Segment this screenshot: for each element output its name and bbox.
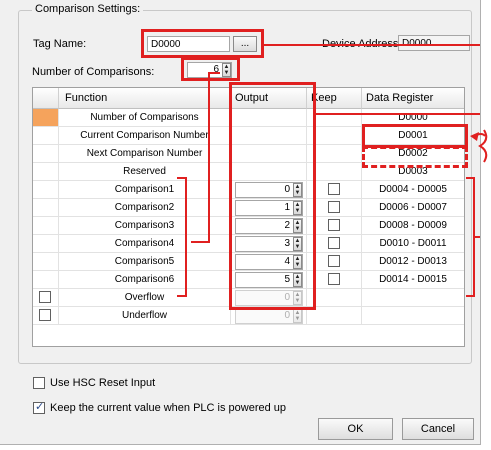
keep-checkbox[interactable] (328, 237, 340, 249)
keep-checkbox[interactable] (328, 201, 340, 213)
annotation-bracket-registers-top (466, 177, 475, 179)
annotation-line-tag (264, 44, 480, 46)
row-select-cell[interactable] (33, 109, 59, 126)
data-register-cell: D0004 - D0005 (379, 184, 447, 195)
row-select-cell[interactable] (33, 271, 59, 288)
annotation-line-count-bottom (191, 241, 210, 243)
row-select-cell[interactable] (33, 289, 59, 306)
annotation-arrow-icon (470, 129, 488, 163)
row-enable-checkbox[interactable] (39, 291, 51, 303)
keep-checkbox[interactable] (328, 255, 340, 267)
annotation-line-count-top (208, 72, 220, 74)
data-register-cell: D0006 - D0007 (379, 202, 447, 213)
keep-checkbox[interactable] (328, 219, 340, 231)
function-cell: Overflow (59, 289, 231, 306)
keep-checkbox[interactable] (328, 183, 340, 195)
row-select-cell[interactable] (33, 307, 59, 324)
spin-down-icon[interactable]: ▼ (294, 316, 301, 322)
data-register-cell (362, 307, 464, 324)
row-select-cell[interactable] (33, 127, 59, 144)
tag-name-label: Tag Name: (33, 38, 87, 50)
annotation-bracket-bottom (177, 295, 187, 297)
function-cell: Comparison5 (59, 253, 231, 270)
function-cell: Next Comparison Number (59, 145, 231, 162)
row-select-cell[interactable] (33, 253, 59, 270)
next-comparison-highlight (362, 146, 468, 168)
data-register-cell: D0010 - D0011 (379, 238, 447, 249)
row-select-cell[interactable] (33, 181, 59, 198)
row-select-cell[interactable] (33, 145, 59, 162)
data-register-cell (362, 289, 464, 306)
keep-current-value-label: Keep the current value when PLC is power… (50, 402, 287, 414)
function-cell: Comparison3 (59, 217, 231, 234)
row-select-cell[interactable] (33, 163, 59, 180)
current-comparison-highlight (362, 124, 468, 148)
ok-button[interactable]: OK (318, 418, 393, 440)
annotation-line-registers (475, 236, 480, 238)
header-function: Function (59, 88, 231, 109)
row-select-cell[interactable] (33, 217, 59, 234)
function-cell: Comparison6 (59, 271, 231, 288)
keep-current-value-checkbox[interactable] (33, 400, 45, 414)
function-cell: Comparison4 (59, 235, 231, 252)
annotation-line-count-vertical (208, 73, 210, 243)
row-select-cell[interactable] (33, 199, 59, 216)
num-comparisons-highlight (181, 57, 240, 81)
cancel-button[interactable]: Cancel (402, 418, 474, 440)
header-select (33, 88, 59, 109)
device-address-field: D0000 (398, 35, 470, 51)
tag-name-highlight (141, 29, 264, 58)
comparison-dialog: Comparison Settings: Tag Name: D0000 ...… (0, 0, 488, 445)
data-register-cell: D0012 - D0013 (379, 256, 447, 267)
annotation-bracket-top (177, 177, 187, 179)
annotation-line-output (316, 113, 480, 115)
row-enable-checkbox[interactable] (39, 309, 51, 321)
function-cell: Comparison1 (59, 181, 231, 198)
function-cell: Number of Comparisons (59, 109, 231, 126)
output-column-highlight (229, 82, 316, 310)
function-cell: Underflow (59, 307, 231, 324)
annotation-bracket-registers-bottom (466, 295, 475, 297)
function-cell: Current Comparison Number (59, 127, 231, 144)
keep-checkbox[interactable] (328, 273, 340, 285)
group-title: Comparison Settings: (32, 3, 144, 15)
output-spinner: ▲ ▼ (293, 309, 302, 323)
data-register-cell: D0014 - D0015 (379, 274, 447, 285)
num-comparisons-label: Number of Comparisons: (32, 66, 155, 78)
annotation-bracket-comparisons (185, 177, 187, 297)
row-select-cell[interactable] (33, 235, 59, 252)
use-hsc-reset-label: Use HSC Reset Input (50, 377, 156, 389)
data-register-cell: D0008 - D0009 (379, 220, 447, 231)
function-cell: Comparison2 (59, 199, 231, 216)
function-cell: Reserved (59, 163, 231, 180)
use-hsc-reset-checkbox[interactable] (33, 377, 45, 389)
header-data-register: Data Register (362, 88, 464, 109)
